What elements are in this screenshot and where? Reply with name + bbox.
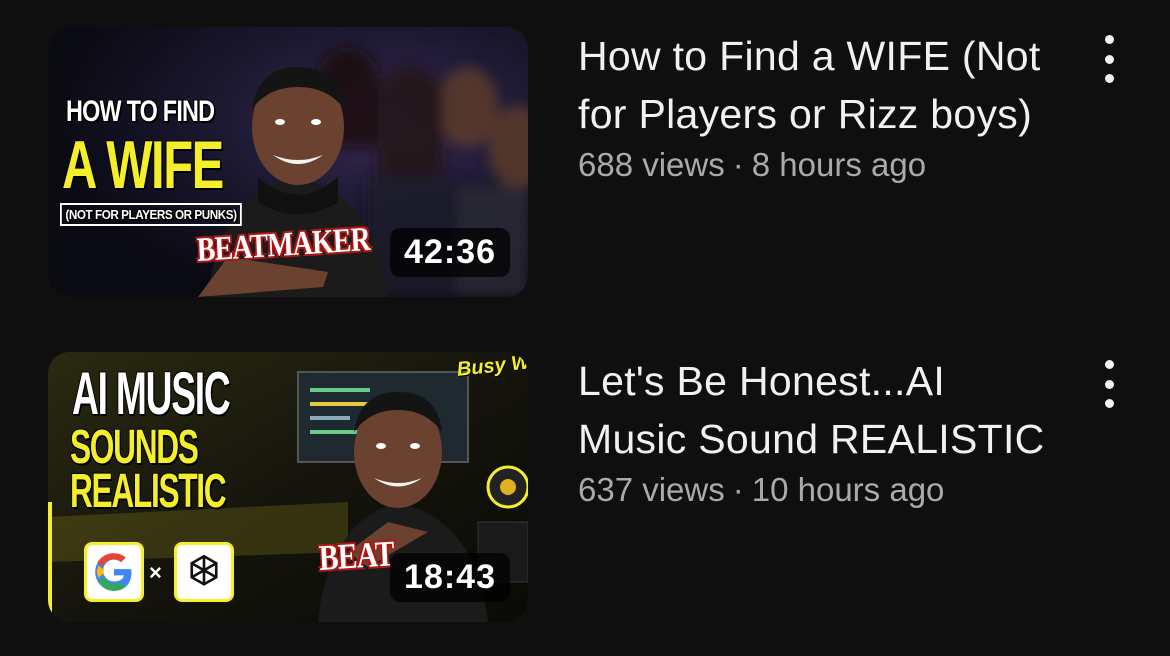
video-thumbnail[interactable]: AI MUSIC SOUNDS REALISTIC Busy Works Bea… <box>48 352 528 622</box>
separator: · <box>732 146 744 183</box>
video-title[interactable]: Let's Be Honest...AI Music Sound REALIST… <box>578 352 1058 468</box>
view-count: 688 views <box>578 146 725 183</box>
view-count: 637 views <box>578 471 725 508</box>
separator: · <box>732 471 744 508</box>
openai-logo-icon <box>174 542 234 602</box>
video-duration: 18:43 <box>390 552 510 602</box>
more-dot <box>1104 54 1114 64</box>
google-logo-icon <box>84 542 144 602</box>
more-dot <box>1104 74 1114 83</box>
more-dot <box>1104 379 1114 389</box>
more-vert-icon[interactable] <box>1096 360 1122 408</box>
thumbnail-subtitle: (NOT FOR PLAYERS OR PUNKS) <box>60 203 242 226</box>
video-stats: 688 views · 8 hours ago <box>578 143 1058 187</box>
video-item[interactable]: HOW TO FIND A WIFE (NOT FOR PLAYERS OR P… <box>48 27 1148 297</box>
upload-age: 10 hours ago <box>751 471 945 508</box>
video-title[interactable]: How to Find a WIFE (Not for Players or R… <box>578 27 1058 143</box>
thumbnail-title-line2: A WIFE <box>62 127 224 203</box>
thumbnail-title-line1: AI MUSIC <box>72 360 231 427</box>
thumbnail-brand-logo: BEAT <box>318 533 395 578</box>
thumbnail-title-line3: REALISTIC <box>70 465 227 518</box>
more-dot <box>1104 35 1114 44</box>
video-feed: HOW TO FIND A WIFE (NOT FOR PLAYERS OR P… <box>0 0 1170 656</box>
thumbnail-title-line1: HOW TO FIND <box>66 95 215 128</box>
video-meta: How to Find a WIFE (Not for Players or R… <box>578 27 1058 187</box>
video-duration: 42:36 <box>390 227 510 277</box>
more-dot <box>1104 360 1114 369</box>
times-symbol: × <box>149 560 162 585</box>
more-dot <box>1104 399 1114 408</box>
video-item[interactable]: AI MUSIC SOUNDS REALISTIC Busy Works Bea… <box>48 352 1148 622</box>
video-meta: Let's Be Honest...AI Music Sound REALIST… <box>578 352 1058 512</box>
video-stats: 637 views · 10 hours ago <box>578 468 1058 512</box>
video-thumbnail[interactable]: HOW TO FIND A WIFE (NOT FOR PLAYERS OR P… <box>48 27 528 297</box>
more-vert-icon[interactable] <box>1096 35 1122 83</box>
upload-age: 8 hours ago <box>751 146 927 183</box>
